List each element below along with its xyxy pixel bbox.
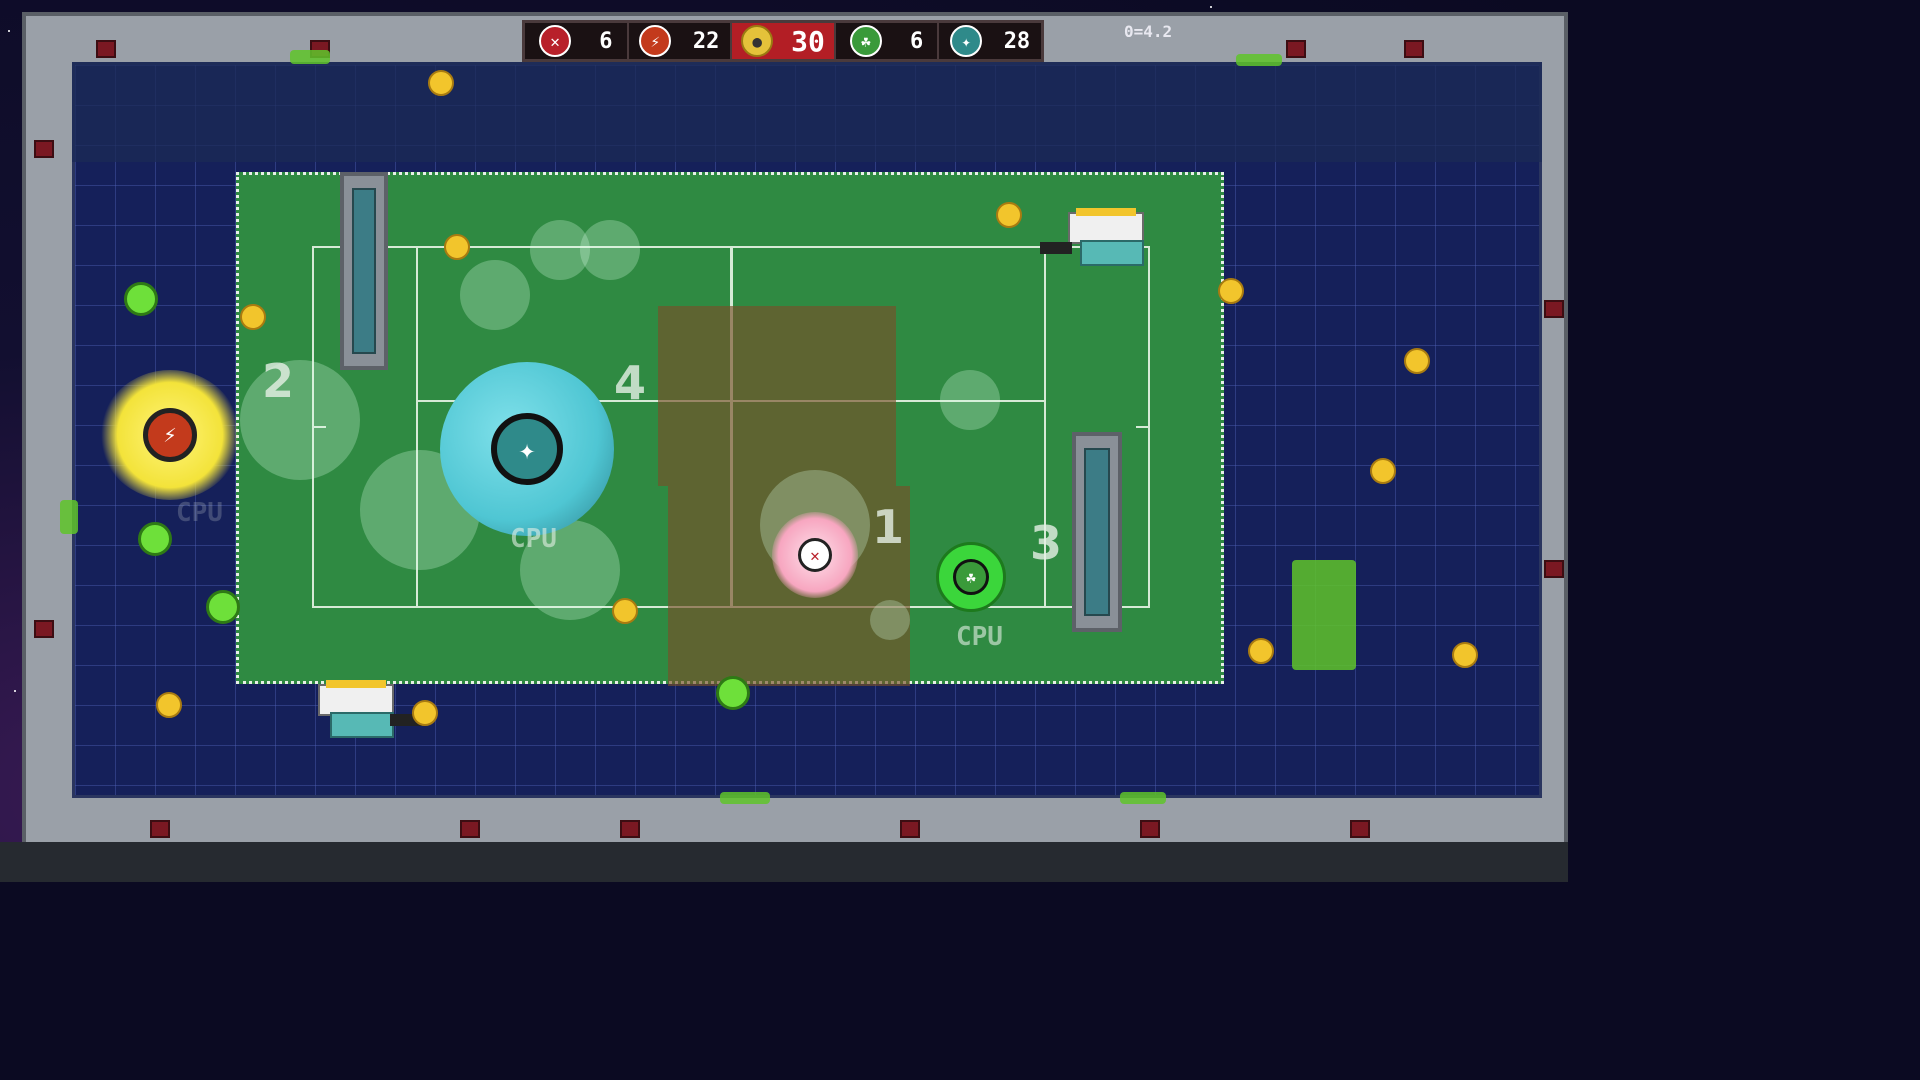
cpu-label: CPU xyxy=(956,622,1003,652)
tennis-ball xyxy=(1370,458,1396,484)
star-compass-icon: ✦ xyxy=(950,25,983,57)
lightning-bolt-icon: ⚡ xyxy=(143,408,197,462)
slime-splat xyxy=(290,50,330,64)
wall-panel xyxy=(34,620,54,638)
player-1-pink-character: ✕ xyxy=(772,512,858,598)
star xyxy=(8,30,10,32)
pillar-obstacle xyxy=(1072,432,1122,632)
player-4-bubble-shield: ✦ xyxy=(440,362,614,536)
tennis-ball-icon: ● xyxy=(741,25,774,57)
wall-panel xyxy=(96,40,116,58)
pillar-obstacle xyxy=(340,172,388,370)
tennis-ball xyxy=(1218,278,1244,304)
motion-trail xyxy=(460,260,530,330)
power-ball xyxy=(206,590,240,624)
cpu-label: CPU xyxy=(510,524,557,554)
motion-trail xyxy=(580,220,640,280)
tennis-ball xyxy=(412,700,438,726)
tennis-ball xyxy=(1248,638,1274,664)
wall-panel xyxy=(34,140,54,158)
crossed-bones-icon: ✕ xyxy=(798,538,832,572)
tennis-ball xyxy=(1452,642,1478,668)
tennis-ball xyxy=(996,202,1022,228)
team-score-crossed-bones: ✕ 6 xyxy=(525,23,629,59)
motion-trail xyxy=(870,600,910,640)
wall-panel xyxy=(150,820,170,838)
team-score-lightning: ⚡ 22 xyxy=(629,23,733,59)
ball-launcher-machine xyxy=(1040,208,1148,282)
motion-trail xyxy=(940,370,1000,430)
player-2-spiky-shield: ⚡ xyxy=(100,370,240,500)
wall-panel xyxy=(1140,820,1160,838)
tennis-ball xyxy=(156,692,182,718)
team-score-value: 28 xyxy=(1003,28,1031,54)
power-ball xyxy=(124,282,158,316)
player-number-1: 1 xyxy=(872,500,905,554)
wall-panel xyxy=(1544,560,1564,578)
crossed-bones-icon: ✕ xyxy=(539,25,572,57)
player-number-3: 3 xyxy=(1030,516,1063,570)
slime-splat xyxy=(1236,54,1282,66)
slime-splat xyxy=(1292,560,1356,670)
star-compass-icon: ✦ xyxy=(491,413,563,485)
leaf-icon: ☘ xyxy=(849,25,882,57)
game-stage: ⚡ 2 ✦ 4 CPU ✕ 1 ☘ 3 CPU CPU ✕ 6 ⚡ 22 ● 3… xyxy=(0,0,1568,882)
scoreboard-hud: ✕ 6 ⚡ 22 ● 30 ☘ 6 ✦ 28 xyxy=(522,20,1044,62)
player-number-2: 2 xyxy=(262,354,295,408)
player-3-green-character: ☘ xyxy=(936,542,1006,612)
team-score-value: 22 xyxy=(692,28,720,54)
leaf-icon: ☘ xyxy=(953,559,989,595)
wall-panel xyxy=(1286,40,1306,58)
wall-panel xyxy=(620,820,640,838)
slime-splat xyxy=(60,500,78,534)
star xyxy=(14,690,16,692)
mud-zone xyxy=(658,306,896,486)
power-ball xyxy=(716,676,750,710)
ball-launcher-machine xyxy=(318,680,422,754)
team-score-value: 6 xyxy=(599,28,613,54)
lightning-bolt-icon: ⚡ xyxy=(639,25,672,57)
tennis-ball xyxy=(428,70,454,96)
slime-splat xyxy=(720,792,770,804)
motion-trail xyxy=(240,360,360,480)
team-score-star: ✦ 28 xyxy=(939,23,1041,59)
court-line xyxy=(1136,426,1150,428)
tennis-ball xyxy=(612,598,638,624)
wall-panel xyxy=(1544,300,1564,318)
slime-splat xyxy=(1120,792,1166,804)
bottom-wall-band xyxy=(0,842,1568,882)
wall-panel xyxy=(460,820,480,838)
arena-floor-shadow xyxy=(72,62,1542,162)
ping-readout: 0=4.2 xyxy=(1124,22,1173,41)
match-timer: ● 30 xyxy=(732,23,836,59)
star xyxy=(1210,6,1212,8)
power-ball xyxy=(138,522,172,556)
wall-panel xyxy=(1350,820,1370,838)
tennis-ball xyxy=(444,234,470,260)
team-score-value: 6 xyxy=(910,28,924,54)
player-number-4: 4 xyxy=(614,356,647,410)
wall-panel xyxy=(900,820,920,838)
timer-value: 30 xyxy=(791,24,825,58)
cpu-label: CPU xyxy=(176,498,223,528)
tennis-ball xyxy=(1404,348,1430,374)
tennis-ball xyxy=(240,304,266,330)
wall-panel xyxy=(1404,40,1424,58)
team-score-leaf: ☘ 6 xyxy=(836,23,940,59)
